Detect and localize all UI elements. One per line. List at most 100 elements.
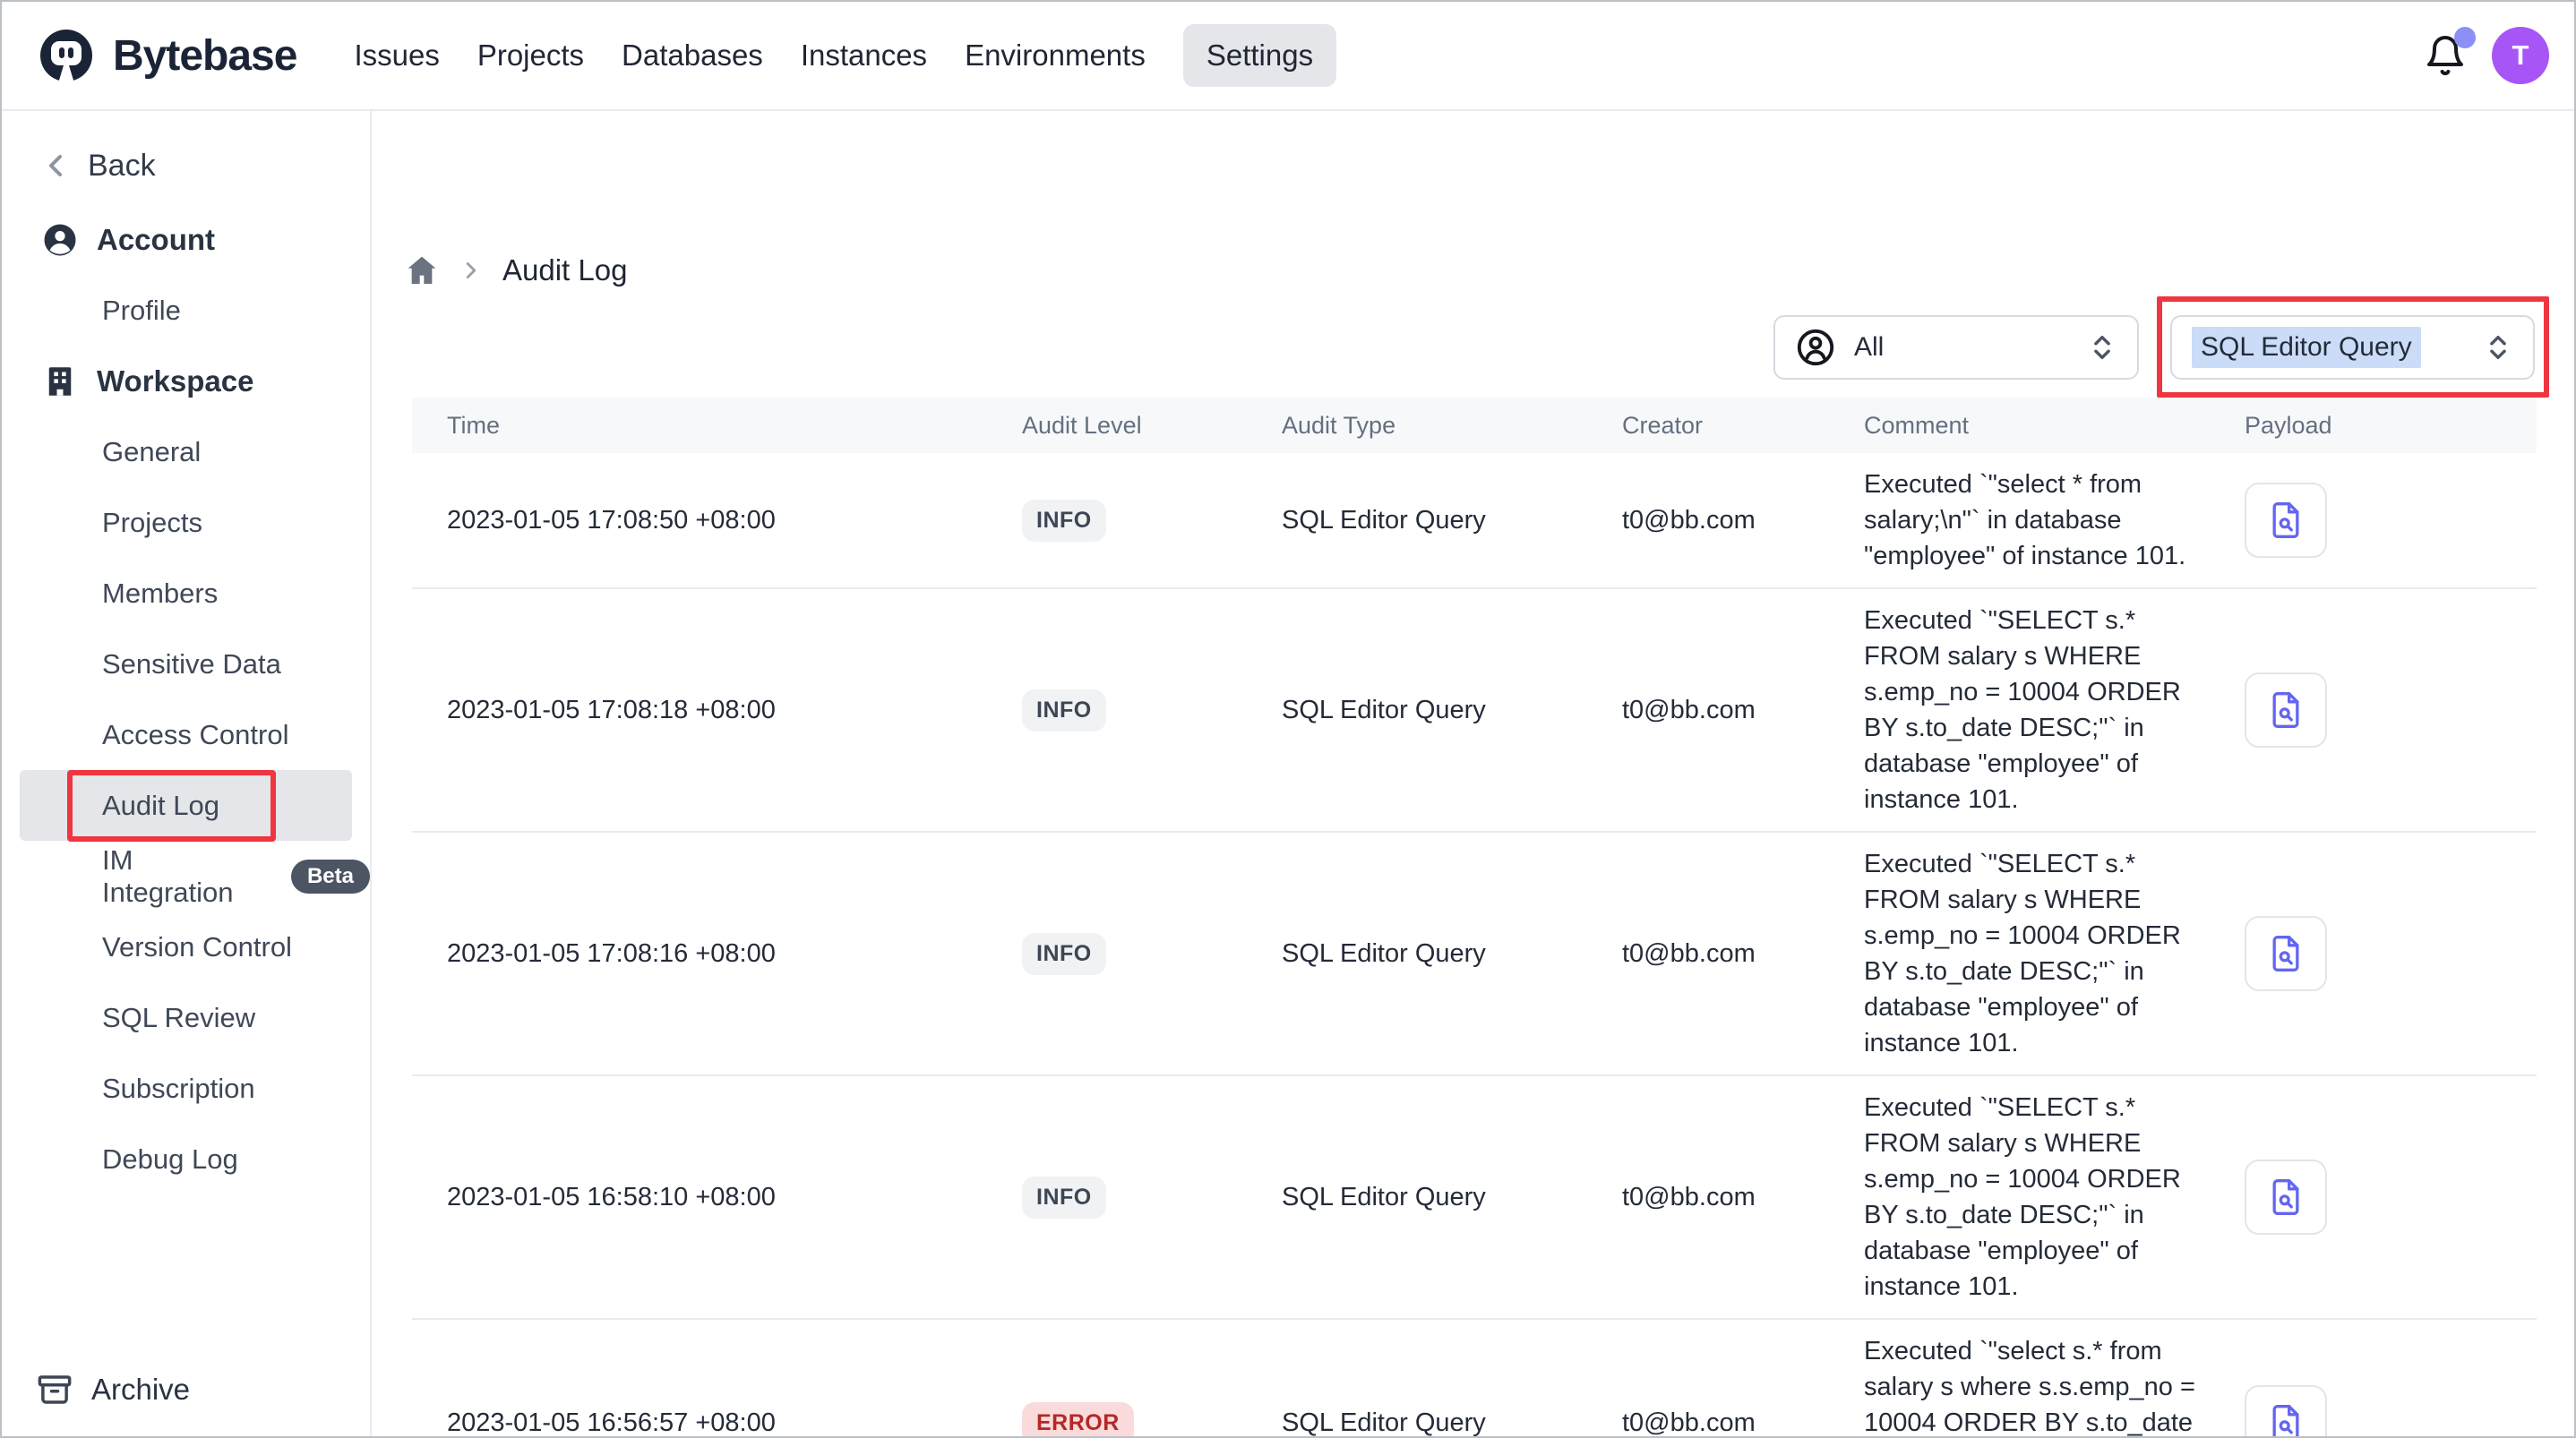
nav-item-issues[interactable]: Issues xyxy=(354,24,439,87)
cell-comment: Executed `"select s.* from salary s wher… xyxy=(1864,1333,2245,1438)
table-header: Time Audit Level Audit Type Creator Comm… xyxy=(412,398,2537,453)
chevron-right-icon xyxy=(458,257,485,284)
sidebar-item-profile[interactable]: Profile xyxy=(2,275,370,346)
cell-audit-type: SQL Editor Query xyxy=(1282,1408,1622,1438)
sidebar-item-version-control[interactable]: Version Control xyxy=(2,912,370,982)
cell-comment: Executed `"SELECT s.* FROM salary s WHER… xyxy=(1864,603,2245,817)
user-circle-outline-icon xyxy=(1795,327,1836,368)
archive-box-icon xyxy=(36,1371,73,1408)
payload-view-button[interactable] xyxy=(2245,672,2327,748)
sidebar-item-im-integration[interactable]: IM Integration Beta xyxy=(2,841,370,912)
cell-audit-level: INFO xyxy=(1022,689,1282,732)
breadcrumb-page-label: Audit Log xyxy=(502,253,627,287)
sidebar-item-members[interactable]: Members xyxy=(2,558,370,629)
building-icon xyxy=(41,363,79,400)
file-search-icon xyxy=(2266,501,2306,540)
settings-sidebar: Back Account Profile xyxy=(2,111,372,1436)
cell-payload xyxy=(2245,672,2537,748)
notifications-button[interactable] xyxy=(2422,32,2469,79)
chevrons-up-down-icon xyxy=(2483,332,2513,363)
payload-view-button[interactable] xyxy=(2245,483,2327,558)
cell-creator: t0@bb.com xyxy=(1622,1408,1864,1438)
nav-item-databases[interactable]: Databases xyxy=(622,24,763,87)
creator-filter-dropdown[interactable]: All xyxy=(1773,315,2139,380)
sidebar-item-projects[interactable]: Projects xyxy=(2,487,370,558)
column-header-time: Time xyxy=(412,412,1022,440)
file-search-icon xyxy=(2266,1403,2306,1438)
cell-audit-type: SQL Editor Query xyxy=(1282,939,1622,969)
user-circle-icon xyxy=(41,221,79,259)
bytebase-settings-window: Bytebase Issues Projects Databases Insta… xyxy=(0,0,2576,1438)
column-header-audit-level: Audit Level xyxy=(1022,412,1282,440)
cell-time: 2023-01-05 17:08:50 +08:00 xyxy=(412,506,1022,535)
table-row: 2023-01-05 16:58:10 +08:00 INFO SQL Edit… xyxy=(412,1076,2537,1320)
nav-item-projects[interactable]: Projects xyxy=(477,24,584,87)
back-button[interactable]: Back xyxy=(2,134,370,197)
sidebar-item-audit-log[interactable]: Audit Log xyxy=(20,770,352,841)
archive-label: Archive xyxy=(91,1373,190,1407)
main-nav: Issues Projects Databases Instances Envi… xyxy=(354,24,1336,87)
brand-name: Bytebase xyxy=(113,31,296,81)
payload-view-button[interactable] xyxy=(2245,1385,2327,1438)
sidebar-section-account: Account xyxy=(2,204,370,275)
nav-item-instances[interactable]: Instances xyxy=(801,24,927,87)
table-row: 2023-01-05 17:08:16 +08:00 INFO SQL Edit… xyxy=(412,833,2537,1076)
cell-creator: t0@bb.com xyxy=(1622,506,1864,535)
cell-audit-level: ERROR xyxy=(1022,1402,1282,1438)
section-label-workspace: Workspace xyxy=(97,364,253,398)
cell-audit-type: SQL Editor Query xyxy=(1282,506,1622,535)
payload-view-button[interactable] xyxy=(2245,1160,2327,1235)
cell-payload xyxy=(2245,483,2537,558)
cell-audit-type: SQL Editor Query xyxy=(1282,1183,1622,1212)
file-search-icon xyxy=(2266,934,2306,973)
cell-payload xyxy=(2245,916,2537,991)
sidebar-item-sensitive-data[interactable]: Sensitive Data xyxy=(2,629,370,699)
audit-type-filter-value: SQL Editor Query xyxy=(2192,327,2421,368)
cell-audit-level: INFO xyxy=(1022,1177,1282,1219)
payload-view-button[interactable] xyxy=(2245,916,2327,991)
back-label: Back xyxy=(88,149,156,184)
sidebar-item-debug-log[interactable]: Debug Log xyxy=(2,1124,370,1194)
cell-time: 2023-01-05 16:56:57 +08:00 xyxy=(412,1408,1022,1438)
beta-badge: Beta xyxy=(291,860,370,894)
cell-time: 2023-01-05 16:58:10 +08:00 xyxy=(412,1183,1022,1212)
type-filter-wrapper: SQL Editor Query xyxy=(2170,315,2535,380)
cell-audit-level: INFO xyxy=(1022,933,1282,975)
cell-comment: Executed `"SELECT s.* FROM salary s WHER… xyxy=(1864,846,2245,1061)
user-avatar[interactable]: T xyxy=(2492,27,2549,84)
nav-item-settings[interactable]: Settings xyxy=(1183,24,1336,87)
table-row: 2023-01-05 17:08:50 +08:00 INFO SQL Edit… xyxy=(412,453,2537,589)
column-header-payload: Payload xyxy=(2245,412,2537,440)
cell-creator: t0@bb.com xyxy=(1622,939,1864,969)
archive-button[interactable]: Archive xyxy=(2,1363,190,1417)
nav-item-environments[interactable]: Environments xyxy=(965,24,1146,87)
table-body: 2023-01-05 17:08:50 +08:00 INFO SQL Edit… xyxy=(412,453,2537,1438)
sidebar-item-im-integration-label: IM Integration xyxy=(102,844,271,909)
audit-level-badge: INFO xyxy=(1022,933,1106,975)
sidebar-item-audit-log-label: Audit Log xyxy=(102,790,219,822)
home-icon[interactable] xyxy=(404,253,440,288)
filter-row: All SQL Editor Query xyxy=(1773,315,2535,380)
table-row: 2023-01-05 17:08:18 +08:00 INFO SQL Edit… xyxy=(412,589,2537,833)
audit-level-badge: ERROR xyxy=(1022,1402,1134,1438)
file-search-icon xyxy=(2266,1177,2306,1217)
sidebar-item-access-control[interactable]: Access Control xyxy=(2,699,370,770)
audit-level-badge: INFO xyxy=(1022,689,1106,732)
creator-filter-value: All xyxy=(1854,332,1884,363)
audit-level-badge: INFO xyxy=(1022,1177,1106,1219)
sidebar-item-subscription[interactable]: Subscription xyxy=(2,1053,370,1124)
nav-right-cluster: T xyxy=(2422,27,2549,84)
chevrons-up-down-icon xyxy=(2087,332,2117,363)
cell-payload xyxy=(2245,1160,2537,1235)
column-header-audit-type: Audit Type xyxy=(1282,412,1622,440)
bytebase-logo[interactable]: Bytebase xyxy=(38,27,296,84)
sidebar-item-sql-review[interactable]: SQL Review xyxy=(2,982,370,1053)
cell-comment: Executed `"select * from salary;\n"` in … xyxy=(1864,466,2245,574)
notification-dot xyxy=(2454,27,2476,48)
file-search-icon xyxy=(2266,690,2306,730)
cell-payload xyxy=(2245,1385,2537,1438)
audit-type-filter-dropdown[interactable]: SQL Editor Query xyxy=(2170,315,2535,380)
cell-creator: t0@bb.com xyxy=(1622,1183,1864,1212)
sidebar-item-general[interactable]: General xyxy=(2,416,370,487)
section-label-account: Account xyxy=(97,223,215,257)
